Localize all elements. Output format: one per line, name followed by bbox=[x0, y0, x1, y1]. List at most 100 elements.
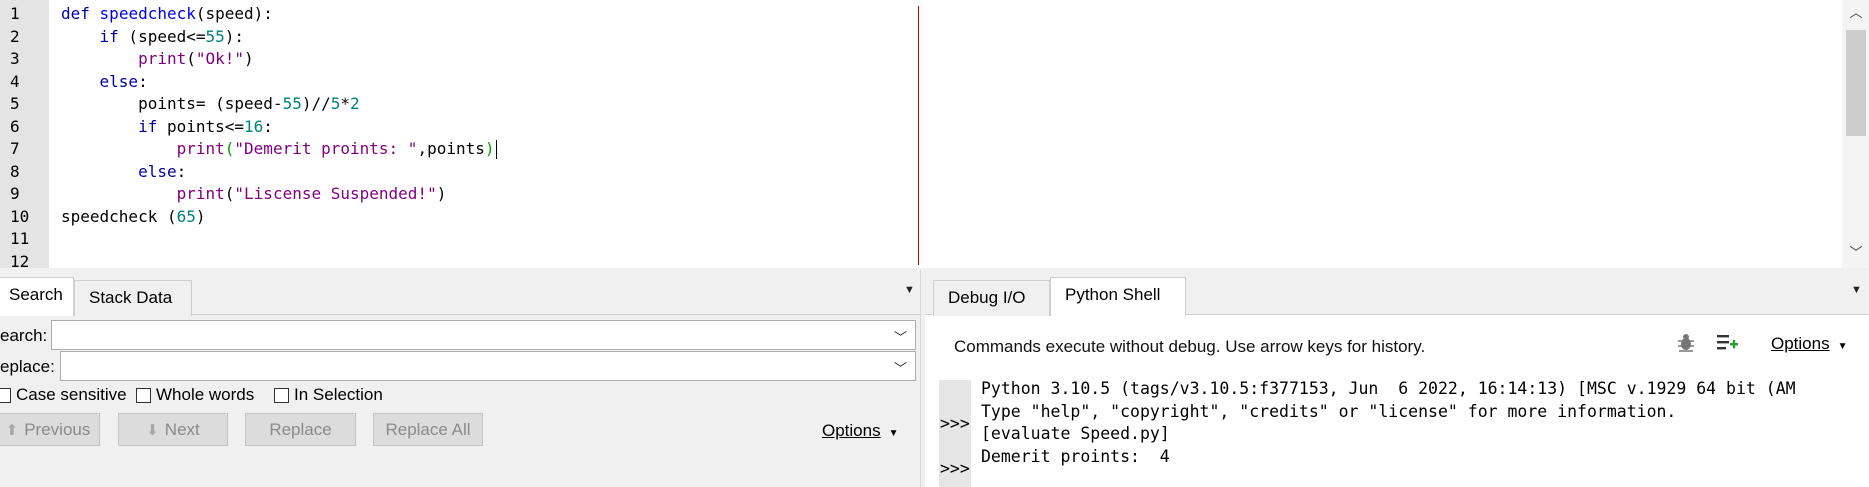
shell-info-text: Commands execute without debug. Use arro… bbox=[954, 337, 1426, 356]
code-line[interactable]: print("Demerit proints: ",points) bbox=[61, 138, 497, 161]
replace-button-label: Replace bbox=[269, 420, 332, 439]
case-sensitive-label: Case sensitive bbox=[16, 385, 127, 404]
chevron-down-icon[interactable]: ﹀ bbox=[1848, 246, 1864, 260]
code-token: ( bbox=[186, 49, 196, 68]
options-label: Options bbox=[1771, 334, 1830, 353]
code-line[interactable]: else: bbox=[61, 161, 186, 184]
replace-input[interactable]: ﹀ bbox=[60, 351, 916, 381]
previous-button[interactable]: ⬆ Previous bbox=[0, 413, 100, 446]
keyword: if bbox=[99, 26, 119, 46]
bug-icon[interactable] bbox=[1675, 332, 1697, 360]
string-literal: "Ok!" bbox=[195, 49, 245, 68]
number-literal: 55 bbox=[205, 26, 225, 46]
caret-down-icon: ▼ bbox=[888, 428, 899, 439]
code-token: )// bbox=[301, 94, 331, 113]
code-line[interactable]: print("Liscense Suspended!") bbox=[61, 183, 447, 206]
code-token: : bbox=[176, 161, 187, 181]
shell-prompt: >>> bbox=[940, 459, 970, 478]
code-token: speedcheck ( bbox=[61, 206, 177, 226]
tab-python-shell[interactable]: Python Shell bbox=[1050, 277, 1186, 316]
chevron-up-icon[interactable]: ︿ bbox=[1848, 6, 1864, 20]
search-panel-tabbar: Search Stack Data ▼ bbox=[0, 270, 920, 316]
line-number: 9 bbox=[10, 184, 20, 203]
line-number: 1 bbox=[10, 4, 20, 23]
chevron-down-icon[interactable]: ﹀ bbox=[894, 327, 907, 346]
checkbox-box[interactable] bbox=[274, 388, 289, 403]
string-literal: "Demerit proints: " bbox=[234, 139, 418, 158]
next-label: Next bbox=[164, 420, 200, 439]
keyword: if bbox=[138, 116, 158, 136]
code-token: ( bbox=[224, 184, 235, 203]
scrollbar-thumb[interactable] bbox=[1846, 30, 1866, 136]
replace-all-button[interactable]: Replace All bbox=[373, 413, 483, 446]
vertical-scrollbar[interactable]: ︿ ﹀ bbox=[1842, 0, 1869, 268]
in-selection-label: In Selection bbox=[294, 385, 383, 404]
number-literal: 55 bbox=[282, 94, 302, 113]
line-number-gutter: 1 2 3 4 5 6 7 8 9 10 11 12 bbox=[0, 0, 49, 268]
bracket-match: ) bbox=[484, 139, 495, 158]
code-token: ) bbox=[436, 184, 447, 203]
line-number: 8 bbox=[10, 161, 20, 181]
code-editor[interactable]: 1 2 3 4 5 6 7 8 9 10 11 12 def speedchec… bbox=[0, 0, 1869, 268]
code-line[interactable]: speedcheck (65) bbox=[61, 206, 206, 229]
line-number: 6 bbox=[10, 116, 20, 136]
search-input[interactable]: ﹀ bbox=[51, 320, 916, 350]
shell-output-line: Type "help", "copyright", "credits" or "… bbox=[981, 401, 1677, 421]
code-line[interactable]: print("Ok!") bbox=[61, 48, 254, 71]
replace-button[interactable]: Replace bbox=[245, 413, 356, 446]
panel-menu-icon[interactable]: ▼ bbox=[1851, 284, 1862, 296]
keyword: else bbox=[138, 161, 177, 181]
prompt-gutter: >>> >>> bbox=[939, 380, 971, 487]
line-number: 5 bbox=[10, 94, 20, 113]
chevron-down-icon[interactable]: ﹀ bbox=[894, 358, 907, 377]
line-number: 12 bbox=[10, 251, 30, 269]
arrow-up-icon: ⬆ bbox=[5, 422, 19, 439]
list-add-icon[interactable] bbox=[1715, 332, 1739, 360]
number-literal: 5 bbox=[330, 94, 341, 113]
shell-output-line: Demerit proints: 4 bbox=[981, 446, 1170, 466]
edge-guide-line bbox=[918, 6, 919, 265]
tab-debug-io[interactable]: Debug I/O bbox=[933, 280, 1050, 316]
previous-label: Previous bbox=[24, 420, 91, 439]
code-token: ) bbox=[244, 49, 254, 68]
code-line[interactable]: if points<=16: bbox=[61, 116, 273, 139]
panel-menu-icon[interactable]: ▼ bbox=[904, 284, 915, 296]
python-shell-panel: Debug I/O Python Shell ▼ Commands execut… bbox=[925, 270, 1869, 487]
code-line[interactable]: else: bbox=[61, 71, 148, 94]
code-token: : bbox=[138, 71, 148, 91]
next-button[interactable]: ⬇ Next bbox=[118, 413, 228, 446]
text-caret bbox=[495, 140, 497, 159]
tab-search[interactable]: Search bbox=[0, 277, 74, 316]
replace-all-label: Replace All bbox=[385, 420, 471, 439]
line-number: 3 bbox=[10, 49, 20, 68]
builtin-name: print bbox=[176, 139, 225, 158]
checkbox-box[interactable] bbox=[0, 388, 11, 403]
code-token: * bbox=[340, 94, 351, 113]
replace-label: eplace: bbox=[0, 357, 55, 376]
code-token: : bbox=[263, 116, 273, 136]
code-line[interactable]: if (speed<=55): bbox=[61, 26, 245, 49]
code-token: ) bbox=[195, 206, 206, 226]
code-line[interactable]: points= (speed-55)//5*2 bbox=[61, 93, 360, 116]
checkbox-box[interactable] bbox=[136, 388, 151, 403]
line-number: 10 bbox=[10, 206, 30, 226]
tab-stack-data[interactable]: Stack Data bbox=[74, 280, 192, 316]
search-options-button[interactable]: Options ▼ bbox=[822, 421, 899, 441]
code-token: ): bbox=[224, 26, 245, 46]
shell-output[interactable]: >>> >>> Python 3.10.5 (tags/v3.10.5:f377… bbox=[939, 380, 1861, 487]
number-literal: 65 bbox=[176, 206, 196, 226]
code-token: (speed<= bbox=[118, 26, 206, 46]
options-label: Options bbox=[822, 421, 881, 440]
code-line[interactable]: def speedcheck(speed): bbox=[61, 3, 273, 26]
keyword: def bbox=[61, 4, 90, 23]
builtin-name: print bbox=[138, 49, 187, 68]
shell-prompt: >>> bbox=[940, 414, 970, 433]
shell-options-button[interactable]: Options ▼ bbox=[1771, 334, 1848, 354]
